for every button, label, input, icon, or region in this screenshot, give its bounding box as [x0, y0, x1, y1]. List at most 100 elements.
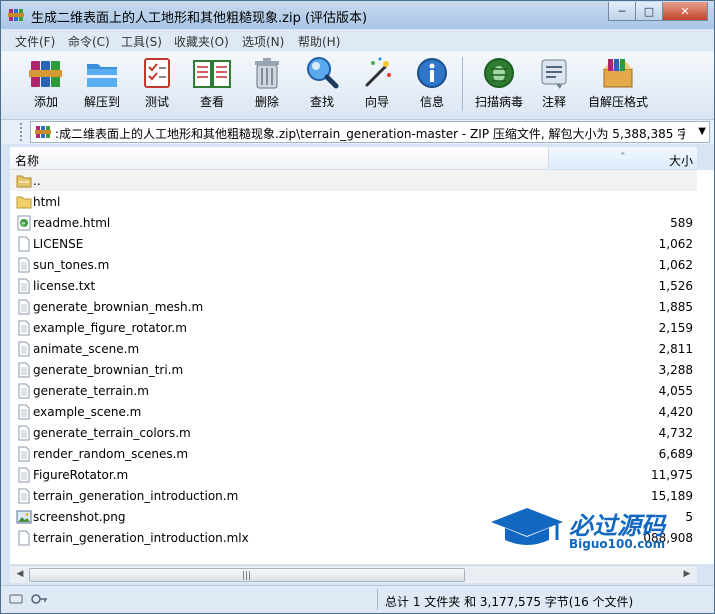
menu-help[interactable]: 帮助(H)	[298, 33, 340, 50]
file-name: sun_tones.m	[33, 258, 110, 272]
info-button[interactable]: 信息	[404, 55, 460, 115]
text-file-icon	[18, 341, 30, 357]
file-name: terrain_generation_introduction.m	[33, 489, 239, 503]
file-size: 1,885	[658, 300, 693, 314]
sfx-label: 自解压格式	[587, 95, 648, 109]
file-name: animate_scene.m	[33, 342, 140, 356]
sfx-button[interactable]: 自解压格式	[586, 55, 650, 115]
menu-tools[interactable]: 工具(S)	[121, 33, 162, 50]
blank-file-icon	[18, 236, 30, 252]
table-row[interactable]: generate_brownian_mesh.m 1,885	[10, 296, 697, 317]
file-name: example_figure_rotator.m	[33, 321, 187, 335]
file-name: generate_brownian_mesh.m	[33, 300, 204, 314]
table-row[interactable]: LICENSE 1,062	[10, 233, 697, 254]
text-file-icon	[18, 467, 30, 483]
delete-button[interactable]: 删除	[239, 55, 295, 115]
text-file-icon	[18, 257, 30, 273]
address-field[interactable]: :成二维表面上的人工地形和其他粗糙现象.zip\terrain_generati…	[30, 121, 710, 143]
wizard-button[interactable]: 向导	[349, 55, 405, 115]
winrar-app-icon	[8, 9, 24, 21]
extract-to-button[interactable]: 解压到	[74, 55, 130, 115]
table-row[interactable]: terrain_generation_introduction.m 15,189	[10, 485, 697, 506]
chevron-down-icon[interactable]: ▼	[698, 126, 706, 137]
scroll-right-icon[interactable]: ▶	[679, 568, 695, 581]
file-name: terrain_generation_introduction.mlx	[33, 531, 249, 545]
file-size: 1,526	[658, 279, 693, 293]
comment-button[interactable]: 注释	[526, 55, 582, 115]
wand-icon	[365, 57, 391, 87]
bug-icon	[484, 58, 514, 88]
text-file-icon	[18, 383, 30, 399]
file-size: 1,062	[658, 258, 693, 272]
view-button[interactable]: 查看	[184, 55, 240, 115]
maximize-button[interactable]: □	[635, 2, 663, 21]
menu-command[interactable]: 命令(C)	[68, 33, 110, 50]
toolbar-separator	[462, 57, 463, 111]
toolbar: 添加 解压到 测试 查看 删除 查找 向导 信息 扫描病毒 注释 自解压格式	[1, 51, 714, 120]
column-size-header[interactable]: ⌃ 大小	[549, 147, 697, 169]
close-button[interactable]: ✕	[662, 2, 708, 21]
blank-file-icon	[18, 530, 30, 546]
add-button[interactable]: 添加	[18, 55, 74, 115]
scroll-thumb[interactable]: |||	[29, 568, 465, 582]
find-button[interactable]: 查找	[294, 55, 350, 115]
menu-file[interactable]: 文件(F)	[15, 33, 55, 50]
file-name: ..	[33, 174, 41, 188]
watermark-cn: 必过源码	[569, 512, 665, 540]
text-file-icon	[18, 320, 30, 336]
table-row[interactable]: FigureRotator.m 11,975	[10, 464, 697, 485]
graduation-cap-icon	[491, 508, 563, 545]
note-icon	[541, 59, 567, 89]
file-name: LICENSE	[33, 237, 84, 251]
drive-icon	[9, 594, 23, 604]
table-row[interactable]: license.txt 1,526	[10, 275, 697, 296]
table-row[interactable]: generate_brownian_tri.m 3,288	[10, 359, 697, 380]
file-list: .. html e readme.html 589 LICENSE 1,062 …	[10, 170, 714, 564]
file-size: 6,689	[658, 447, 693, 461]
table-row[interactable]: ..	[10, 170, 697, 191]
table-row[interactable]: example_scene.m 4,420	[10, 401, 697, 422]
file-size: 15,189	[651, 489, 693, 503]
horizontal-scrollbar[interactable]: ◀ ||| ▶	[10, 565, 697, 583]
file-name: screenshot.png	[33, 510, 126, 524]
file-name: example_scene.m	[33, 405, 142, 419]
file-size: 4,732	[658, 426, 693, 440]
file-name: generate_terrain_colors.m	[33, 426, 191, 440]
folder-up-icon	[16, 175, 32, 188]
html-file-icon: e	[17, 215, 31, 231]
menu-options[interactable]: 选项(N)	[242, 33, 284, 50]
trash-icon	[255, 58, 279, 89]
book-icon	[193, 60, 231, 88]
info-icon	[417, 58, 447, 88]
box-icon	[603, 59, 633, 88]
file-size: 589	[670, 216, 693, 230]
file-name: generate_terrain.m	[33, 384, 149, 398]
file-name: FigureRotator.m	[33, 468, 129, 482]
virus-scan-button[interactable]: 扫描病毒	[469, 55, 529, 115]
title-bar[interactable]: 生成二维表面上的人工地形和其他粗糙现象.zip (评估版本) ─ □ ✕	[1, 1, 714, 29]
file-name: license.txt	[33, 279, 96, 293]
table-row[interactable]: sun_tones.m 1,062	[10, 254, 697, 275]
table-row[interactable]: animate_scene.m 2,811	[10, 338, 697, 359]
text-file-icon	[18, 446, 30, 462]
address-bar: :成二维表面上的人工地形和其他粗糙现象.zip\terrain_generati…	[1, 120, 714, 144]
table-row[interactable]: e readme.html 589	[10, 212, 697, 233]
column-header: 名称 ⌃ 大小	[10, 147, 697, 170]
table-row[interactable]: html	[10, 191, 697, 212]
table-row[interactable]: render_random_scenes.m 6,689	[10, 443, 697, 464]
table-row[interactable]: generate_terrain.m 4,055	[10, 380, 697, 401]
virus-scan-label: 扫描病毒	[474, 95, 523, 109]
minimize-button[interactable]: ─	[608, 2, 636, 21]
text-file-icon	[18, 404, 30, 420]
menu-bar: 文件(F) 命令(C) 工具(S) 收藏夹(O) 选项(N) 帮助(H)	[1, 30, 714, 50]
winrar-window: 生成二维表面上的人工地形和其他粗糙现象.zip (评估版本) ─ □ ✕ 文件(…	[0, 0, 715, 614]
test-button[interactable]: 测试	[129, 55, 185, 115]
view-label: 查看	[199, 95, 224, 109]
file-size: 4,420	[658, 405, 693, 419]
column-name-header[interactable]: 名称	[10, 147, 549, 169]
menu-favorites[interactable]: 收藏夹(O)	[174, 33, 229, 50]
table-row[interactable]: example_figure_rotator.m 2,159	[10, 317, 697, 338]
status-bar: 总计 1 文件夹 和 3,177,575 字节(16 个文件)	[1, 585, 714, 613]
table-row[interactable]: generate_terrain_colors.m 4,732	[10, 422, 697, 443]
scroll-left-icon[interactable]: ◀	[12, 568, 28, 581]
